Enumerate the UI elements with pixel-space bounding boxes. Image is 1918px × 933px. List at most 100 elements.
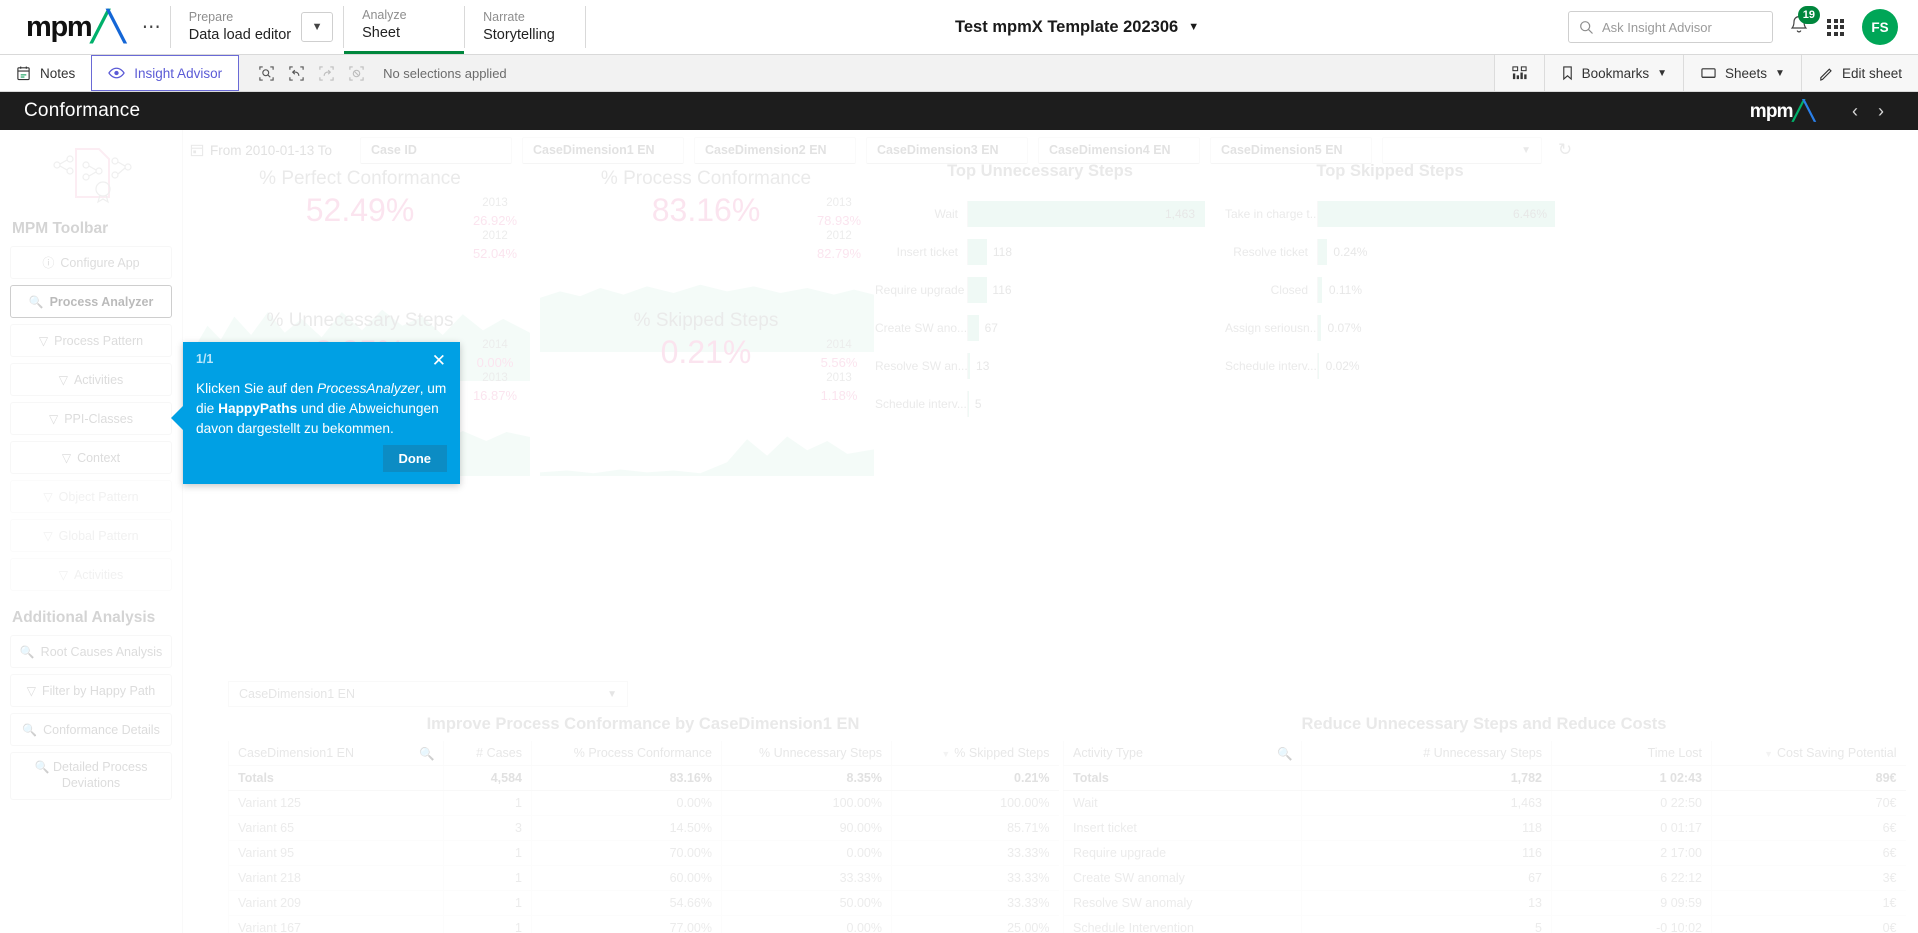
nav-analyze[interactable]: Analyze Sheet (344, 0, 465, 54)
date-range-filter[interactable]: From 2010-01-13 To (190, 143, 350, 158)
done-button[interactable]: Done (382, 445, 447, 472)
rail-item-process-analyzer[interactable]: 🔍 Process Analyzer (10, 285, 172, 318)
table-row[interactable]: Variant 65 3 14.50% 90.00% 85.71% (228, 815, 1059, 841)
chevron-down-icon[interactable]: ▼ (1521, 145, 1531, 156)
chevron-down-icon[interactable]: ▼ (301, 12, 334, 42)
insight-advisor-button[interactable]: Insight Advisor (91, 55, 240, 91)
rail-item-filter-by-happy-path[interactable]: ▽ Filter by Happy Path (10, 674, 172, 707)
filter-case-id[interactable]: Case ID (360, 136, 512, 164)
cell: Variant 125 (228, 790, 444, 816)
filter-casedimension3[interactable]: CaseDimension3 EN (866, 136, 1028, 164)
table-row[interactable]: Create SW anomaly 67 6 22:12 3€ (1063, 865, 1906, 891)
search-icon[interactable]: 🔍 (1277, 747, 1293, 762)
filter-casedimension2[interactable]: CaseDimension2 EN (694, 136, 856, 164)
rail-items-additional: 🔍 Root Causes Analysis ▽ Filter by Happy… (10, 635, 172, 800)
bar-row[interactable]: Resolve SW an... 13 (875, 353, 1205, 379)
filter-casedimension4[interactable]: CaseDimension4 EN (1038, 136, 1200, 164)
bar-value: 6.46% (1512, 207, 1547, 221)
rail-item-detailed-process-deviations[interactable]: 🔍 Detailed Process Deviations (10, 752, 172, 800)
rail-item-context[interactable]: ▽ Context (10, 441, 172, 474)
nav-narrate[interactable]: Narrate Storytelling (465, 0, 585, 54)
chevron-down-icon[interactable]: ▼ (607, 689, 617, 700)
table-col-unnecessary-steps[interactable]: # Unnecessary Steps (1301, 741, 1552, 766)
bar-row[interactable]: Require upgrade 116 (875, 277, 1205, 303)
table-row[interactable]: Wait 1,463 0 22:50 70€ (1063, 790, 1906, 816)
edit-sheet-button[interactable]: Edit sheet (1800, 55, 1918, 91)
bar-row[interactable]: Resolve ticket 0.24% (1225, 239, 1555, 265)
app-title[interactable]: Test mpmX Template 202306 ▼ (955, 18, 1199, 37)
table-row[interactable]: Variant 218 1 60.00% 33.33% 33.33% (228, 865, 1059, 891)
chevron-down-icon[interactable]: ▼ (1775, 68, 1785, 79)
rail-item-global-pattern[interactable]: ▽ Global Pattern (10, 519, 172, 552)
insight-advisor-search[interactable]: Ask Insight Advisor (1568, 11, 1773, 43)
table-col-cost-saving-potential[interactable]: ▼ Cost Saving Potential (1711, 741, 1906, 766)
table-row[interactable]: Insert ticket 118 0 01:17 6€ (1063, 815, 1906, 841)
bar-row[interactable]: Wait 1,463 (875, 201, 1205, 227)
table-totals-row: Totals 1,782 1 02:43 89€ (1063, 765, 1906, 791)
bar-row[interactable]: Create SW ano... 67 (875, 315, 1205, 341)
avatar[interactable]: FS (1862, 9, 1898, 45)
search-icon[interactable]: 🔍 (419, 747, 435, 762)
mpm-toolbar-rail: MPM Toolbar ⓘ Configure App 🔍 Process An… (0, 130, 183, 933)
table-row[interactable]: Require upgrade 116 2 17:00 6€ (1063, 840, 1906, 866)
table-row[interactable]: Variant 167 1 77.00% 0.00% 25.00% (228, 915, 1059, 933)
rail-item-activities-2[interactable]: ▽ Activities (10, 558, 172, 591)
table-row[interactable]: Resolve SW anomaly 13 9 09:59 1€ (1063, 890, 1906, 916)
close-icon[interactable]: ✕ (430, 352, 448, 369)
bar-track: 118 (967, 239, 1205, 265)
chevron-down-icon[interactable]: ▼ (1657, 68, 1667, 79)
step-forward-icon[interactable] (313, 60, 339, 86)
bar-row[interactable]: Schedule interv... 0.02% (1225, 353, 1555, 379)
filter-selector[interactable]: ▼ (1382, 136, 1542, 164)
chart-suggestion-button[interactable] (1493, 55, 1544, 91)
table-row[interactable]: Variant 95 1 70.00% 0.00% 33.33% (228, 840, 1059, 866)
rail-item-activities[interactable]: ▽ Activities (10, 363, 172, 396)
chevron-down-icon[interactable]: ▼ (1188, 21, 1199, 33)
notifications-button[interactable]: 19 (1789, 5, 1820, 41)
table-col-dimension[interactable]: CaseDimension1 EN 🔍 (228, 741, 444, 766)
bar-row[interactable]: Take in charge t... 6.46% (1225, 201, 1555, 227)
bar-row[interactable]: Insert ticket 118 (875, 239, 1205, 265)
bar-row[interactable]: Assign seriousn... 0.07% (1225, 315, 1555, 341)
bookmarks-button[interactable]: Bookmarks ▼ (1543, 55, 1684, 91)
notes-button[interactable]: Notes (0, 55, 92, 91)
next-sheet-icon[interactable]: › (1868, 101, 1894, 122)
clear-selections-icon[interactable] (343, 60, 369, 86)
bar-label: Schedule interv... (1225, 359, 1317, 373)
table-col-process-conformance[interactable]: % Process Conformance (531, 741, 722, 766)
table-row[interactable]: Variant 209 1 54.66% 50.00% 33.33% (228, 890, 1059, 916)
bar-fill (1318, 277, 1323, 303)
rail-item-conformance-details[interactable]: 🔍 Conformance Details (10, 713, 172, 746)
bar-row[interactable]: Schedule interv... 5 (875, 391, 1205, 417)
table-col-skipped-steps[interactable]: ▼% Skipped Steps (891, 741, 1059, 766)
filter-icon: ▽ (48, 411, 59, 426)
prev-sheet-icon[interactable]: ‹ (1842, 101, 1868, 122)
rail-item-ppi-classes[interactable]: ▽ PPI-Classes (10, 402, 172, 435)
filter-casedimension1[interactable]: CaseDimension1 EN (522, 136, 684, 164)
step-back-icon[interactable] (283, 60, 309, 86)
popup-text-bold: HappyPaths (218, 401, 298, 416)
rail-item-configure-app[interactable]: ⓘ Configure App (10, 246, 172, 279)
nav-analyze-group: Analyze (362, 8, 407, 23)
cell: 8.35% (721, 765, 892, 791)
filter-casedimension5[interactable]: CaseDimension5 EN (1210, 136, 1372, 164)
table-col-time-lost[interactable]: Time Lost (1551, 741, 1712, 766)
overflow-menu-icon[interactable]: ⋯ (134, 12, 170, 42)
sheets-button[interactable]: Sheets ▼ (1683, 55, 1801, 91)
nav-prepare-group: Prepare (188, 9, 234, 24)
rail-item-root-causes-analysis[interactable]: 🔍 Root Causes Analysis (10, 635, 172, 668)
table-col-activity-type[interactable]: Activity Type 🔍 (1063, 741, 1302, 766)
table-row[interactable]: Variant 125 1 0.00% 100.00% 100.00% (228, 790, 1059, 816)
bar-row[interactable]: Closed 0.11% (1225, 277, 1555, 303)
selection-search-icon[interactable] (253, 60, 279, 86)
rail-item-object-pattern[interactable]: ▽ Object Pattern (10, 480, 172, 513)
nav-prepare[interactable]: Prepare Data load editor ▼ (171, 0, 343, 54)
table-left-dimension-dropdown[interactable]: CaseDimension1 EN ▼ (228, 681, 628, 707)
table-col-cases[interactable]: # Cases (443, 741, 532, 766)
table-row[interactable]: Schedule Intervention 5 -0 10:02 0€ (1063, 915, 1906, 933)
table-col-unnecessary-steps[interactable]: % Unnecessary Steps (721, 741, 892, 766)
apps-grid-icon[interactable] (1827, 18, 1844, 36)
popup-body: Klicken Sie auf den ProcessAnalyzer, um … (183, 369, 460, 445)
rail-item-process-pattern[interactable]: ▽ Process Pattern (10, 324, 172, 357)
reload-icon[interactable]: ↻ (1552, 137, 1578, 163)
